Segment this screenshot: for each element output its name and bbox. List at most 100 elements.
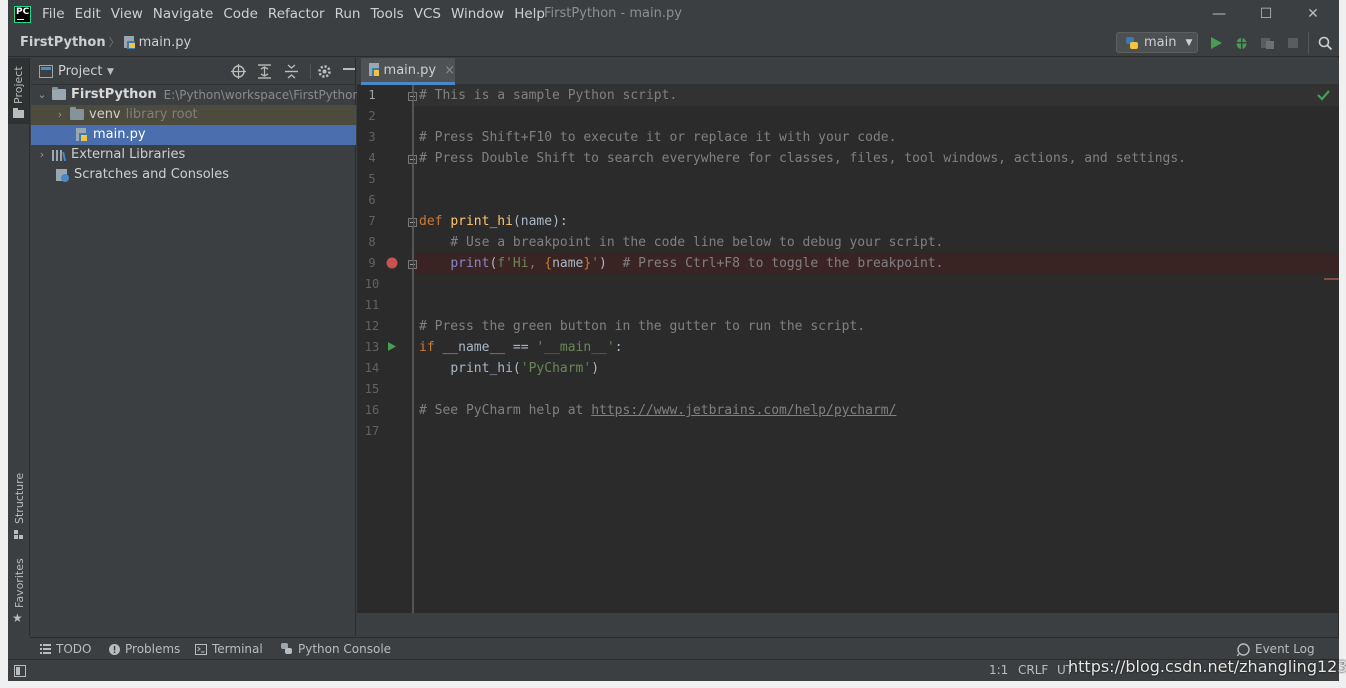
chevron-down-icon: ▼ <box>1185 37 1193 48</box>
navigation-bar: FirstPython 〉 main.py main ▼ <box>8 29 1339 57</box>
structure-tool-tab[interactable]: Structure <box>13 473 26 524</box>
line-number: 9 <box>368 256 376 270</box>
menu-tools[interactable]: Tools <box>370 6 403 22</box>
help-link[interactable]: https://www.jetbrains.com/help/pycharm/ <box>591 403 896 418</box>
run-gutter-icon[interactable] <box>387 341 397 352</box>
line-separator[interactable]: CRLF <box>1018 663 1048 677</box>
code-line-12: # Press the green button in the gutter t… <box>419 319 866 334</box>
string: '__main__' <box>536 340 615 355</box>
event-log-tool-button[interactable]: Event Log <box>1237 642 1315 656</box>
menu-view[interactable]: View <box>111 6 143 22</box>
favorites-tool-tab[interactable]: Favorites <box>13 558 26 608</box>
stop-icon[interactable] <box>1287 37 1299 49</box>
editor-tab-main-py[interactable]: main.py × <box>361 58 455 85</box>
project-view-title[interactable]: Project <box>58 64 102 79</box>
breakpoint-icon[interactable] <box>386 257 398 269</box>
toggle-tool-windows-icon[interactable] <box>14 665 26 677</box>
python-file-icon <box>76 127 87 141</box>
breadcrumb-project[interactable]: FirstPython <box>20 35 106 50</box>
bottom-tool-bar: TODO Problems Terminal Python Console Ev… <box>30 637 1339 659</box>
breadcrumb-separator: 〉 <box>108 36 120 49</box>
pycharm-logo: PC <box>14 6 31 23</box>
code-line-4: # Press Double Shift to search everywher… <box>419 151 1187 166</box>
editor-content[interactable]: 1 2 3 4 5 6 7 8 9 10 11 12 13 14 15 16 1… <box>357 85 1339 613</box>
gutter[interactable]: 1 2 3 4 5 6 7 8 9 10 11 12 13 14 15 16 1… <box>357 85 417 613</box>
close-button[interactable]: ✕ <box>1290 4 1336 26</box>
menu-vcs[interactable]: VCS <box>414 6 441 22</box>
inspection-ok-icon[interactable] <box>1317 90 1330 101</box>
line-number: 16 <box>364 403 380 417</box>
problems-tool-button[interactable]: Problems <box>109 642 180 656</box>
tree-item-external-libraries[interactable]: › External Libraries <box>31 145 356 165</box>
python-icon <box>1126 36 1138 49</box>
minimize-button[interactable]: — <box>1196 4 1242 26</box>
code-line-7: def print_hi(name): <box>419 211 568 232</box>
expand-all-icon[interactable] <box>258 64 271 79</box>
list-icon <box>40 644 51 654</box>
debug-icon[interactable] <box>1234 35 1249 50</box>
gear-icon[interactable] <box>317 64 332 79</box>
tree-item-scratches[interactable]: Scratches and Consoles <box>31 165 356 185</box>
menu-file[interactable]: File <box>42 6 65 22</box>
line-number: 6 <box>368 193 376 207</box>
comment: # See PyCharm help at <box>419 403 592 418</box>
code-line-9: print(f'Hi, {name}') # Press Ctrl+F8 to … <box>419 253 943 274</box>
code-text: (name): <box>512 214 568 229</box>
caret-position[interactable]: 1:1 <box>989 663 1008 677</box>
menu-help[interactable]: Help <box>514 6 545 22</box>
keyword: if <box>419 340 435 355</box>
tree-item-venv[interactable]: › venv library root <box>31 105 356 125</box>
search-icon[interactable] <box>1318 36 1333 51</box>
string: 'PyCharm' <box>520 361 592 376</box>
hide-panel-icon[interactable] <box>343 68 355 71</box>
chevron-right-icon[interactable]: › <box>55 108 65 121</box>
line-number: 4 <box>368 151 376 165</box>
locate-file-icon[interactable] <box>231 64 246 79</box>
code-text: : <box>614 340 623 355</box>
header-divider <box>310 64 311 79</box>
code-text: __name__ == <box>434 340 537 355</box>
run-icon[interactable] <box>1210 36 1223 50</box>
tree-item-main-py[interactable]: main.py <box>31 125 356 145</box>
python-console-tool-button[interactable]: Python Console <box>281 642 391 656</box>
menu-navigate[interactable]: Navigate <box>153 6 214 22</box>
scratches-icon <box>56 168 69 182</box>
project-tool-tab[interactable]: Project <box>8 58 29 124</box>
breadcrumb-file[interactable]: main.py <box>139 35 192 50</box>
terminal-tool-button[interactable]: Terminal <box>195 642 263 656</box>
line-number: 8 <box>368 235 376 249</box>
collapse-all-icon[interactable] <box>285 64 298 79</box>
keyword: def <box>419 214 443 229</box>
run-with-coverage-icon[interactable] <box>1260 36 1275 50</box>
chevron-right-icon[interactable]: › <box>37 148 47 161</box>
toolbar-divider <box>1308 32 1309 54</box>
line-number: 11 <box>364 298 380 312</box>
tree-item-firstpython[interactable]: ⌄ FirstPython E:\Python\workspace\FirstP… <box>31 85 360 105</box>
menu-window[interactable]: Window <box>451 6 504 22</box>
chevron-down-icon[interactable]: ⌄ <box>37 88 47 101</box>
fstring-brace: { <box>544 256 553 271</box>
function-name: print_hi <box>450 214 513 229</box>
menu-code[interactable]: Code <box>223 6 258 22</box>
menu-refactor[interactable]: Refactor <box>268 6 325 22</box>
folder-icon <box>52 87 66 100</box>
editor-tab-label: main.py <box>383 62 437 78</box>
run-configuration-label: main <box>1144 35 1177 50</box>
todo-tool-button[interactable]: TODO <box>40 642 91 656</box>
menu-edit[interactable]: Edit <box>75 6 101 22</box>
run-configuration-select[interactable]: main ▼ <box>1116 32 1198 53</box>
python-console-label: Python Console <box>298 642 392 656</box>
menu-run[interactable]: Run <box>335 6 361 22</box>
code-editor: main.py × 1 2 3 4 5 6 7 8 9 10 11 12 13 <box>357 58 1339 613</box>
line-number: 7 <box>368 214 376 228</box>
main-menu: File Edit View Navigate Code Refactor Ru… <box>42 6 555 22</box>
string: ' <box>591 256 600 271</box>
error-stripe-marker[interactable] <box>1324 278 1339 280</box>
tree-item-label: External Libraries <box>71 147 186 162</box>
tree-item-label: main.py <box>93 127 146 142</box>
chevron-down-icon[interactable]: ▼ <box>107 67 114 77</box>
project-panel: Project ▼ ⌄ FirstPython E:\Python\worksp… <box>31 58 360 636</box>
close-tab-icon[interactable]: × <box>444 63 455 78</box>
breadcrumb: FirstPython 〉 main.py <box>20 34 191 50</box>
maximize-button[interactable]: ☐ <box>1243 4 1289 26</box>
